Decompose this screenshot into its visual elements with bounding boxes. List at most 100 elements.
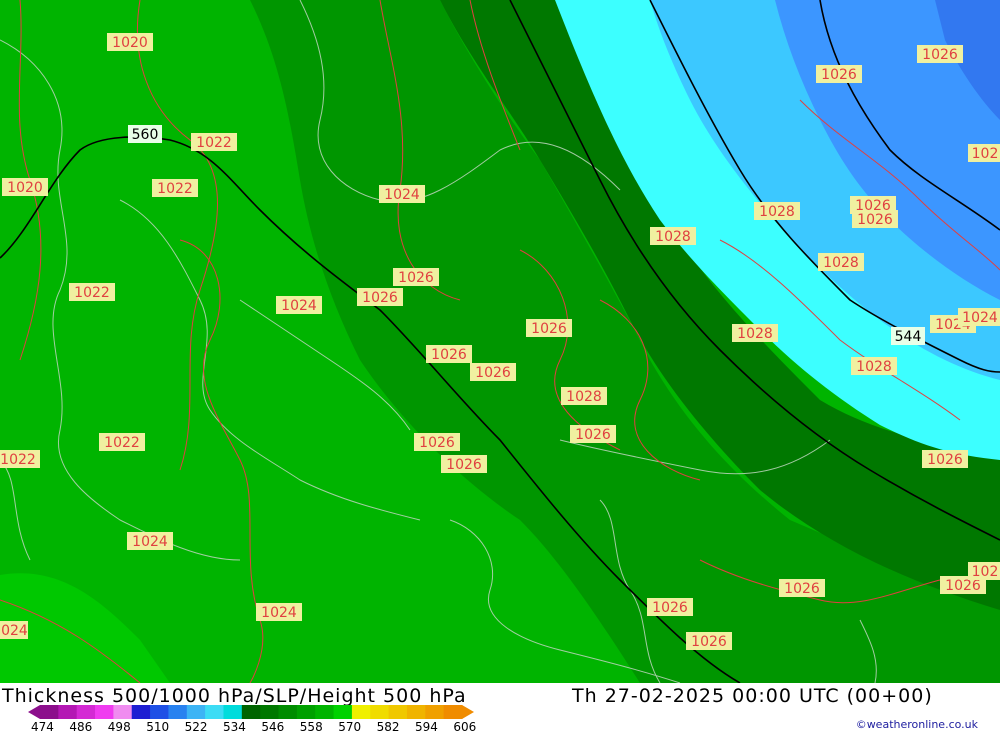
pressure-label: 1026	[526, 319, 572, 337]
pressure-label: 1026	[922, 450, 968, 468]
svg-text:1020: 1020	[7, 180, 43, 196]
credit-link[interactable]: ©weatheronline.co.uk	[856, 718, 978, 731]
weather-map: 560 544 1020 1022 1020 1022 1024 1022 10…	[0, 0, 1000, 683]
pressure-label: 1026	[686, 632, 732, 650]
svg-text:1028: 1028	[566, 389, 602, 405]
svg-text:1026: 1026	[575, 427, 611, 443]
valid-time: Th 27-02-2025 00:00 UTC (00+00)	[572, 685, 933, 707]
pressure-label: 1024	[276, 296, 322, 314]
color-legend-swatch	[223, 705, 243, 719]
color-legend-tick: 474	[31, 720, 54, 734]
color-legend-arrow-left	[28, 705, 40, 719]
pressure-label: 1026	[393, 268, 439, 286]
color-legend-tick: 570	[338, 720, 362, 734]
pressure-label: 1024	[256, 603, 302, 621]
color-legend-swatch	[95, 705, 114, 719]
color-legend-swatch	[260, 705, 280, 719]
pressure-label: 1026	[426, 345, 472, 363]
pressure-label: 1024	[0, 621, 28, 639]
pressure-label: 1026	[779, 579, 825, 597]
color-legend-tick: 486	[69, 720, 93, 734]
color-legend-swatch	[186, 705, 206, 719]
color-legend-tick: 498	[107, 720, 131, 734]
pressure-label: 1028	[851, 357, 897, 375]
pressure-label: 1024	[379, 185, 425, 203]
pressure-label: 1026	[441, 455, 487, 473]
color-legend-swatch	[443, 705, 463, 719]
svg-text:1026: 1026	[431, 347, 467, 363]
pressure-label: 1028	[732, 324, 778, 342]
height-label-544: 544	[891, 327, 925, 345]
pressure-label: 1026	[816, 65, 862, 83]
svg-text:1026: 1026	[945, 578, 981, 594]
pressure-label: 1028	[754, 202, 800, 220]
pressure-label: 1026	[917, 45, 963, 63]
svg-text:102: 102	[972, 564, 999, 580]
color-legend-swatch	[351, 705, 371, 719]
svg-text:1022: 1022	[196, 135, 232, 151]
svg-text:1024: 1024	[384, 187, 420, 203]
color-legend-tick: 594	[415, 720, 438, 734]
pressure-label: 1024	[958, 308, 1000, 326]
pressure-label: 1028	[650, 227, 696, 245]
height-label-560: 560	[128, 125, 162, 143]
color-legend-swatch	[131, 705, 151, 719]
svg-text:1024: 1024	[0, 623, 28, 639]
svg-text:1026: 1026	[922, 47, 958, 63]
svg-text:1028: 1028	[759, 204, 795, 220]
svg-text:1028: 1028	[737, 326, 773, 342]
color-legend-swatch	[425, 705, 445, 719]
map-footer: Thickness 500/1000 hPa/SLP/Height 500 hP…	[0, 683, 1000, 734]
pressure-label: 1026	[414, 433, 460, 451]
color-legend-swatch	[205, 705, 224, 719]
color-legend-swatch	[241, 705, 261, 719]
svg-text:560: 560	[132, 127, 159, 143]
color-legend-tick: 522	[184, 720, 208, 734]
svg-text:544: 544	[895, 329, 922, 345]
svg-text:1024: 1024	[962, 310, 998, 326]
pressure-label: 1026	[852, 210, 898, 228]
color-legend-tick: 606	[453, 720, 477, 734]
svg-text:1028: 1028	[655, 229, 691, 245]
pressure-label: 1026	[357, 288, 403, 306]
svg-text:1026: 1026	[927, 452, 963, 468]
color-legend-swatch	[406, 705, 426, 719]
svg-text:1026: 1026	[362, 290, 398, 306]
svg-text:1020: 1020	[112, 35, 148, 51]
color-legend-swatch	[333, 705, 353, 719]
pressure-label: 1024	[127, 532, 173, 550]
color-legend-tick: 582	[376, 720, 400, 734]
svg-text:1026: 1026	[691, 634, 727, 650]
color-legend-swatch	[370, 705, 390, 719]
svg-text:1026: 1026	[419, 435, 455, 451]
color-legend-swatch	[168, 705, 188, 719]
pressure-label: 1026	[647, 598, 693, 616]
svg-text:1026: 1026	[446, 457, 482, 473]
color-legend-tick: 546	[261, 720, 285, 734]
color-legend	[28, 705, 474, 719]
svg-text:1022: 1022	[0, 452, 36, 468]
pressure-label: 1028	[818, 253, 864, 271]
svg-text:1022: 1022	[74, 285, 110, 301]
pressure-label: 1026	[470, 363, 516, 381]
color-legend-swatch	[315, 705, 335, 719]
color-legend-swatch	[40, 705, 59, 719]
svg-text:1026: 1026	[398, 270, 434, 286]
svg-text:1028: 1028	[856, 359, 892, 375]
color-legend-swatch	[278, 705, 298, 719]
svg-text:1026: 1026	[784, 581, 820, 597]
svg-text:1022: 1022	[157, 181, 193, 197]
color-legend-swatch	[388, 705, 408, 719]
svg-text:1022: 1022	[104, 435, 140, 451]
svg-text:1024: 1024	[261, 605, 297, 621]
color-legend-swatch	[58, 705, 78, 719]
color-legend-tick: 510	[146, 720, 170, 734]
pressure-label: 1028	[561, 387, 607, 405]
pressure-label: 1026	[570, 425, 616, 443]
pressure-label: 1020	[107, 33, 153, 51]
svg-text:1026: 1026	[475, 365, 511, 381]
color-legend-swatch	[296, 705, 316, 719]
pressure-label: 1022	[0, 450, 40, 468]
color-legend-swatch	[76, 705, 96, 719]
pressure-label: 1022	[152, 179, 198, 197]
